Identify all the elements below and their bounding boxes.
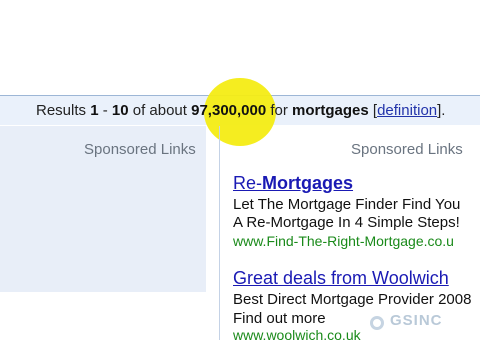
ad-2-url[interactable]: www.woolwich.co.uk — [233, 327, 361, 343]
ad-1-title-prefix: Re- — [233, 173, 263, 193]
results-query: mortgages — [292, 102, 369, 119]
results-for: for — [266, 102, 293, 119]
results-summary: Results 1 - 10 of about 97,300,000 for m… — [36, 102, 445, 119]
gsinc-logo-icon — [370, 316, 384, 330]
results-dash: - — [98, 102, 112, 119]
ad-2-line-1: Best Direct Mortgage Provider 2008 — [233, 291, 472, 308]
sponsored-links-right-label: Sponsored Links — [351, 141, 463, 158]
definition-link[interactable]: definition — [377, 102, 437, 119]
ad-1-line-1: Let The Mortgage Finder Find You — [233, 196, 461, 213]
results-total: 97,300,000 — [191, 102, 267, 119]
ad-2-title[interactable]: Great deals from Woolwich — [233, 268, 449, 289]
results-of-about: of about — [128, 102, 192, 119]
ad-1-line-2: A Re-Mortgage In 4 Simple Steps! — [233, 214, 460, 231]
watermark-text: GSINC — [390, 312, 443, 329]
definition-open: [ — [368, 102, 378, 119]
ad-2-line-2: Find out more — [233, 310, 326, 327]
results-range-end: 10 — [111, 102, 129, 119]
results-range-start: 1 — [90, 102, 99, 119]
ad-1-title[interactable]: Re-Mortgages — [233, 173, 353, 194]
definition-close: ]. — [437, 102, 446, 119]
ad-1-title-bold: Mortgages — [262, 173, 354, 193]
results-prefix: Results — [36, 102, 91, 119]
sponsored-links-left-label: Sponsored Links — [84, 141, 196, 158]
ad-1-url[interactable]: www.Find-The-Right-Mortgage.co.u — [233, 233, 454, 249]
